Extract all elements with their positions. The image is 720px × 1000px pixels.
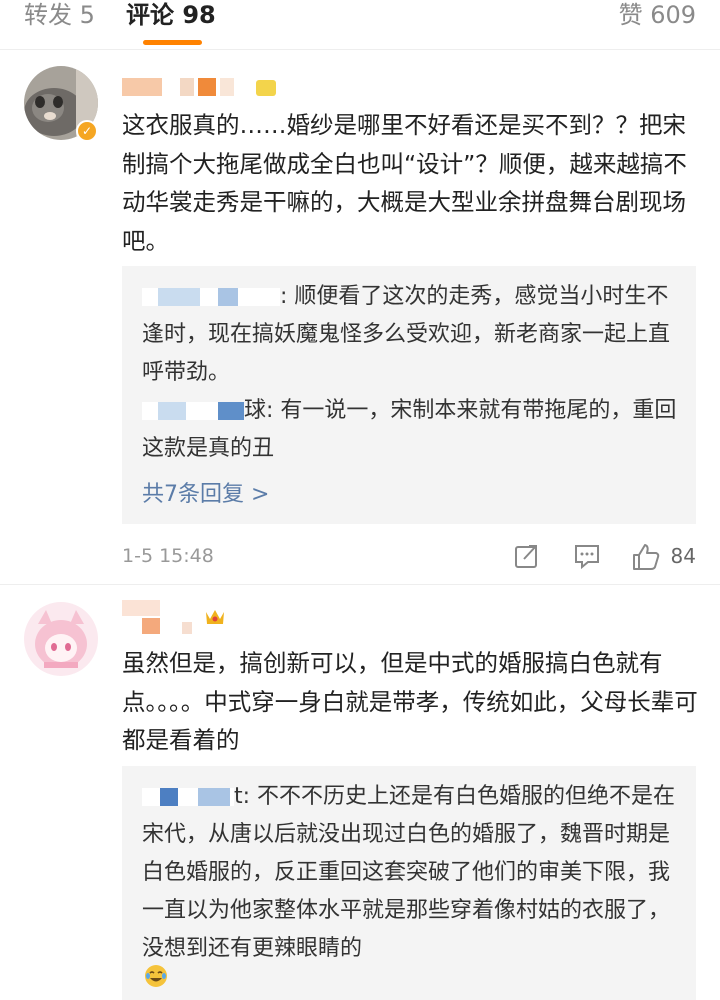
repost-icon[interactable] <box>514 543 540 569</box>
reply-box[interactable]: : 顺便看了这次的走秀，感觉当小时生不逢时，现在搞妖魔鬼怪多么受欢迎，新老商家一… <box>122 266 696 524</box>
tab-repost[interactable]: 转发 5 <box>24 0 95 34</box>
verified-badge-icon: ✓ <box>76 120 98 142</box>
reply-username-blurred <box>142 288 280 306</box>
username-blurred[interactable] <box>122 78 282 96</box>
reply-item[interactable]: : 顺便看了这次的走秀，感觉当小时生不逢时，现在搞妖魔鬼怪多么受欢迎，新老商家一… <box>142 278 687 392</box>
comment-meta: 1-5 15:48 84 <box>122 541 696 571</box>
reply-item[interactable]: t: 不不不历史上还是有白色婚服的但绝不是在宋代，从唐以后就没出现过白色的婚服了… <box>142 778 687 968</box>
avatar[interactable] <box>24 602 98 676</box>
more-replies-link[interactable]: 共7条回复 > <box>142 480 269 510</box>
reply-item[interactable]: 球: 有一说一，宋制本来就有带拖尾的，重回这款是真的丑 <box>142 392 687 468</box>
tab-likes[interactable]: 赞 609 <box>619 0 696 34</box>
comment-text: 虽然但是，搞创新可以，但是中式的婚服搞白色就有点。。。。中式穿一身白就是带孝，传… <box>122 649 698 754</box>
like-icon[interactable] <box>632 543 660 571</box>
reply-username-blurred <box>142 788 234 806</box>
laughing-crying-emoji-icon <box>144 964 168 988</box>
comment-time: 1-5 15:48 <box>122 545 214 567</box>
reply-username-blurred <box>142 402 244 420</box>
comment-icon[interactable] <box>574 543 600 569</box>
crown-badge-icon <box>204 606 226 628</box>
reply-box[interactable]: t: 不不不历史上还是有白色婚服的但绝不是在宋代，从唐以后就没出现过白色的婚服了… <box>122 766 696 1000</box>
like-count: 84 <box>670 544 696 568</box>
tab-comments[interactable]: 评论 98 <box>126 0 216 34</box>
active-tab-indicator <box>143 40 202 45</box>
reply-text: t: 不不不历史上还是有白色婚服的但绝不是在宋代，从唐以后就没出现过白色的婚服了… <box>142 784 676 961</box>
divider <box>0 584 720 585</box>
comment-tabs: 转发 5 评论 98 赞 609 <box>0 0 720 50</box>
anime-girl-avatar-image <box>24 602 98 676</box>
comment-text: 这衣服真的……婚纱是哪里不好看还是买不到？？把宋制搞个大拖尾做成全白也叫“设计”… <box>122 111 687 255</box>
